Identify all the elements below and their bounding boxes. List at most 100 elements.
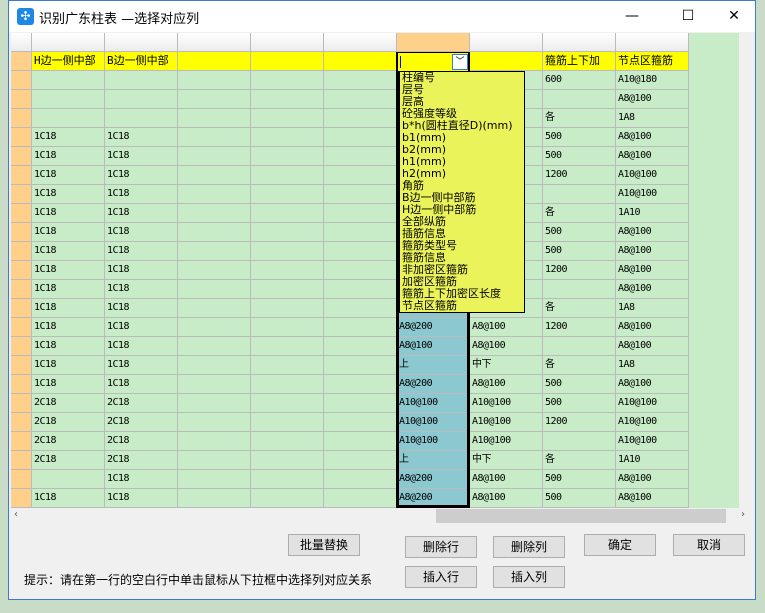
column-mapping-cell[interactable]: 节点区箍筋: [616, 52, 689, 71]
table-cell[interactable]: 1C18: [105, 375, 178, 394]
table-cell[interactable]: [324, 337, 397, 356]
table-cell[interactable]: [251, 90, 324, 109]
table-cell[interactable]: A10@100: [616, 166, 689, 185]
table-cell[interactable]: 1C18: [32, 128, 105, 147]
batch-replace-button[interactable]: 批量替换: [288, 534, 360, 556]
dropdown-option[interactable]: h1(mm): [400, 156, 524, 168]
dropdown-option[interactable]: b2(mm): [400, 144, 524, 156]
row-header[interactable]: [11, 432, 32, 451]
table-cell[interactable]: 1C18: [105, 147, 178, 166]
table-cell[interactable]: [324, 318, 397, 337]
table-cell[interactable]: [251, 413, 324, 432]
table-cell[interactable]: A8@100: [470, 375, 543, 394]
table-cell[interactable]: A10@100: [616, 432, 689, 451]
row-header[interactable]: [11, 90, 32, 109]
table-cell[interactable]: A8@100: [397, 337, 470, 356]
dropdown-option[interactable]: b*h(圆柱直径D)(mm): [400, 120, 524, 132]
table-cell[interactable]: A8@100: [616, 318, 689, 337]
table-cell[interactable]: [543, 337, 616, 356]
dropdown-option[interactable]: B边一侧中部筋: [400, 192, 524, 204]
table-cell[interactable]: A8@100: [470, 318, 543, 337]
table-cell[interactable]: [251, 432, 324, 451]
table-cell[interactable]: 1C18: [105, 470, 178, 489]
close-button[interactable]: ✕: [711, 1, 757, 32]
table-cell[interactable]: [32, 90, 105, 109]
table-cell[interactable]: A8@200: [397, 470, 470, 489]
scroll-right-icon[interactable]: ›: [741, 509, 745, 520]
table-cell[interactable]: 1A8: [616, 109, 689, 128]
table-cell[interactable]: A8@100: [616, 261, 689, 280]
table-cell[interactable]: A10@100: [397, 413, 470, 432]
table-cell[interactable]: A8@200: [397, 489, 470, 508]
table-cell[interactable]: 1C18: [105, 489, 178, 508]
table-cell[interactable]: [178, 147, 251, 166]
table-cell[interactable]: [178, 432, 251, 451]
table-cell[interactable]: [251, 337, 324, 356]
table-cell[interactable]: A10@100: [470, 413, 543, 432]
table-cell[interactable]: [32, 109, 105, 128]
table-cell[interactable]: 1C18: [105, 318, 178, 337]
table-cell[interactable]: [105, 71, 178, 90]
table-cell[interactable]: 500: [543, 394, 616, 413]
column-mapping-cell[interactable]: [251, 52, 324, 71]
table-cell[interactable]: [32, 470, 105, 489]
table-cell[interactable]: A8@100: [616, 375, 689, 394]
column-mapping-cell[interactable]: [178, 52, 251, 71]
column-grid[interactable]: H边一侧中部 B边一侧中部 箍筋上下加 节点区箍筋 600 A10@180 A8@100 各 1…: [11, 33, 739, 508]
table-cell[interactable]: [105, 109, 178, 128]
table-cell[interactable]: [178, 128, 251, 147]
table-cell[interactable]: [543, 90, 616, 109]
table-cell[interactable]: [178, 204, 251, 223]
table-cell[interactable]: [178, 470, 251, 489]
table-cell[interactable]: 1A10: [616, 204, 689, 223]
table-cell[interactable]: 2C18: [32, 432, 105, 451]
row-header[interactable]: [11, 299, 32, 318]
table-cell[interactable]: [324, 109, 397, 128]
table-cell[interactable]: 2C18: [105, 451, 178, 470]
row-header[interactable]: [11, 375, 32, 394]
row-header[interactable]: [11, 489, 32, 508]
table-cell[interactable]: [32, 71, 105, 90]
table-cell[interactable]: 上: [397, 451, 470, 470]
column-type-combobox[interactable]: ﹀: [398, 53, 468, 71]
table-cell[interactable]: 1C18: [32, 223, 105, 242]
row-header[interactable]: [11, 185, 32, 204]
column-header[interactable]: [178, 33, 251, 52]
table-cell[interactable]: [324, 204, 397, 223]
column-mapping-cell[interactable]: B边一侧中部: [105, 52, 178, 71]
table-cell[interactable]: [324, 166, 397, 185]
delete-row-button[interactable]: 删除行: [405, 536, 477, 558]
table-cell[interactable]: [178, 413, 251, 432]
row-header[interactable]: [11, 204, 32, 223]
table-cell[interactable]: 1C18: [105, 166, 178, 185]
table-cell[interactable]: 1C18: [32, 242, 105, 261]
table-cell[interactable]: 1C18: [32, 185, 105, 204]
table-cell[interactable]: [178, 71, 251, 90]
row-header[interactable]: [11, 71, 32, 90]
table-cell[interactable]: 各: [543, 204, 616, 223]
row-header[interactable]: [11, 166, 32, 185]
dropdown-option[interactable]: 插筋信息: [400, 228, 524, 240]
row-header[interactable]: [11, 451, 32, 470]
table-cell[interactable]: A10@100: [470, 432, 543, 451]
table-cell[interactable]: A8@100: [470, 337, 543, 356]
table-cell[interactable]: [251, 166, 324, 185]
table-cell[interactable]: 各: [543, 109, 616, 128]
table-cell[interactable]: 1200: [543, 166, 616, 185]
table-cell[interactable]: 1C18: [32, 337, 105, 356]
table-cell[interactable]: [251, 109, 324, 128]
table-cell[interactable]: A8@100: [616, 128, 689, 147]
dropdown-option[interactable]: 层号: [400, 84, 524, 96]
scroll-left-icon[interactable]: ‹: [14, 509, 18, 520]
table-cell[interactable]: [251, 185, 324, 204]
row-header[interactable]: [11, 318, 32, 337]
table-cell[interactable]: [324, 71, 397, 90]
table-cell[interactable]: [178, 223, 251, 242]
table-cell[interactable]: [178, 299, 251, 318]
table-cell[interactable]: [251, 128, 324, 147]
row-header[interactable]: [11, 356, 32, 375]
row-header[interactable]: [11, 470, 32, 489]
table-cell[interactable]: 1C18: [32, 375, 105, 394]
dropdown-option[interactable]: 箍筋类型号: [400, 240, 524, 252]
row-header[interactable]: [11, 337, 32, 356]
